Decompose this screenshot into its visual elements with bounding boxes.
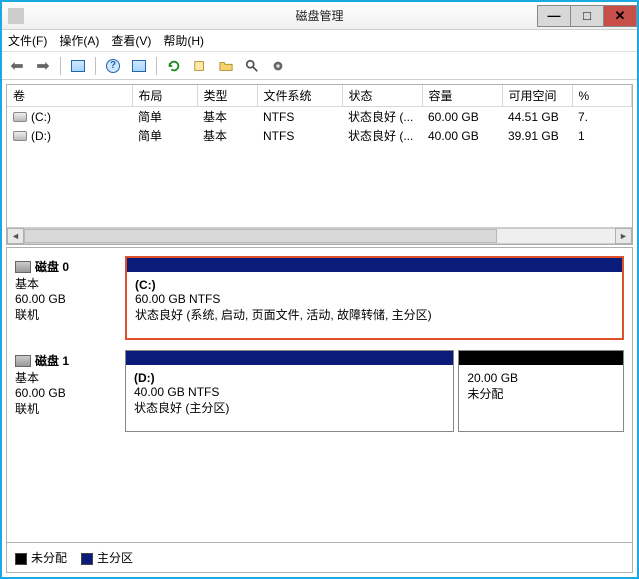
- refresh-button[interactable]: [163, 55, 185, 77]
- volume-box[interactable]: 20.00 GB未分配: [458, 350, 624, 432]
- volume-color-bar: [127, 258, 622, 272]
- volume-grid: 卷 布局 类型 文件系统 状态 容量 可用空间 % (C:)简单基本NTFS状态…: [6, 84, 633, 245]
- volume-color-bar: [459, 351, 623, 365]
- disk-kind: 基本: [15, 275, 125, 292]
- legend-primary-label: 主分区: [97, 551, 133, 565]
- legend-primary: 主分区: [81, 549, 133, 566]
- magnifier-icon: [245, 59, 259, 73]
- disk-title: 磁盘 1: [35, 352, 69, 369]
- volume-color-bar: [126, 351, 453, 365]
- view-split-button[interactable]: [67, 55, 89, 77]
- volume-box[interactable]: (D:)40.00 GB NTFS状态良好 (主分区): [125, 350, 454, 432]
- help-icon: ?: [106, 59, 120, 73]
- menu-action[interactable]: 操作(A): [59, 32, 99, 49]
- legend-unallocated-label: 未分配: [31, 551, 67, 565]
- gear-icon: [271, 59, 285, 73]
- separator: [156, 57, 157, 75]
- col-type[interactable]: 类型: [197, 85, 257, 107]
- minimize-button[interactable]: —: [537, 5, 571, 27]
- volume-icon: [13, 112, 27, 122]
- scroll-right-button[interactable]: ►: [615, 228, 632, 244]
- back-button[interactable]: ⬅: [6, 55, 28, 77]
- legend: 未分配 主分区: [6, 543, 633, 573]
- volume-sizefs: 40.00 GB NTFS: [134, 385, 445, 399]
- volume-status: 状态良好 (主分区): [134, 399, 445, 416]
- titlebar: 磁盘管理 — □ ✕: [2, 2, 637, 30]
- disk-state: 联机: [15, 306, 125, 323]
- swatch-black-icon: [15, 553, 27, 565]
- legend-unallocated: 未分配: [15, 549, 67, 566]
- arrow-right-icon: ➡: [36, 56, 49, 76]
- list-icon: [132, 60, 146, 72]
- volume-box[interactable]: (C:)60.00 GB NTFS状态良好 (系统, 启动, 页面文件, 活动,…: [125, 256, 624, 340]
- separator: [60, 57, 61, 75]
- explore-button[interactable]: [241, 55, 263, 77]
- disk-icon: [15, 355, 31, 367]
- horizontal-scrollbar[interactable]: ◄ ►: [7, 227, 632, 244]
- close-button[interactable]: ✕: [603, 5, 637, 27]
- disk-volumes: (D:)40.00 GB NTFS状态良好 (主分区)20.00 GB未分配: [125, 350, 624, 432]
- volume-sizefs: 60.00 GB NTFS: [135, 292, 614, 306]
- refresh-icon: [167, 59, 181, 73]
- disk-graphical-view: 磁盘 0基本60.00 GB联机(C:)60.00 GB NTFS状态良好 (系…: [6, 247, 633, 543]
- volume-name: (D:): [134, 371, 445, 385]
- table-row[interactable]: (C:)简单基本NTFS状态良好 (...60.00 GB44.51 GB7.: [7, 107, 632, 126]
- col-status[interactable]: 状态: [342, 85, 422, 107]
- menu-view[interactable]: 查看(V): [111, 32, 151, 49]
- volume-sizefs: 20.00 GB: [467, 371, 615, 385]
- settings-button[interactable]: [267, 55, 289, 77]
- col-fs[interactable]: 文件系统: [257, 85, 342, 107]
- scroll-left-button[interactable]: ◄: [7, 228, 24, 244]
- scroll-track[interactable]: [24, 228, 615, 244]
- disk-size: 60.00 GB: [15, 386, 125, 400]
- app-icon: [8, 8, 24, 24]
- col-layout[interactable]: 布局: [132, 85, 197, 107]
- disk-row: 磁盘 0基本60.00 GB联机(C:)60.00 GB NTFS状态良好 (系…: [15, 256, 624, 340]
- disk-icon: [15, 261, 31, 273]
- menu-help[interactable]: 帮助(H): [163, 32, 204, 49]
- disk-size: 60.00 GB: [15, 292, 125, 306]
- help-button[interactable]: ?: [102, 55, 124, 77]
- volume-status: 未分配: [467, 385, 615, 402]
- col-pct[interactable]: %: [572, 85, 632, 107]
- separator: [95, 57, 96, 75]
- scroll-thumb[interactable]: [24, 229, 497, 243]
- column-headers: 卷 布局 类型 文件系统 状态 容量 可用空间 %: [7, 85, 632, 107]
- toolbar: ⬅ ➡ ?: [2, 52, 637, 80]
- open-button[interactable]: [215, 55, 237, 77]
- volume-icon: [13, 131, 27, 141]
- disk-title: 磁盘 0: [35, 258, 69, 275]
- disk-label: 磁盘 1基本60.00 GB联机: [15, 350, 125, 432]
- disk-label: 磁盘 0基本60.00 GB联机: [15, 256, 125, 340]
- properties-icon: [193, 59, 207, 73]
- view-list-button[interactable]: [128, 55, 150, 77]
- menu-file[interactable]: 文件(F): [8, 32, 47, 49]
- arrow-left-icon: ⬅: [10, 56, 23, 76]
- volume-status: 状态良好 (系统, 启动, 页面文件, 活动, 故障转储, 主分区): [135, 306, 614, 323]
- properties-button[interactable]: [189, 55, 211, 77]
- disk-kind: 基本: [15, 369, 125, 386]
- swatch-blue-icon: [81, 553, 93, 565]
- folder-icon: [219, 59, 233, 73]
- panel-icon: [71, 60, 85, 72]
- table-row[interactable]: (D:)简单基本NTFS状态良好 (...40.00 GB39.91 GB1: [7, 126, 632, 145]
- disk-row: 磁盘 1基本60.00 GB联机(D:)40.00 GB NTFS状态良好 (主…: [15, 350, 624, 432]
- disk-state: 联机: [15, 400, 125, 417]
- col-volume[interactable]: 卷: [7, 85, 132, 107]
- forward-button[interactable]: ➡: [32, 55, 54, 77]
- col-capacity[interactable]: 容量: [422, 85, 502, 107]
- disk-volumes: (C:)60.00 GB NTFS状态良好 (系统, 启动, 页面文件, 活动,…: [125, 256, 624, 340]
- col-free[interactable]: 可用空间: [502, 85, 572, 107]
- maximize-button[interactable]: □: [570, 5, 604, 27]
- volume-name: (C:): [135, 278, 614, 292]
- menubar: 文件(F) 操作(A) 查看(V) 帮助(H): [2, 30, 637, 52]
